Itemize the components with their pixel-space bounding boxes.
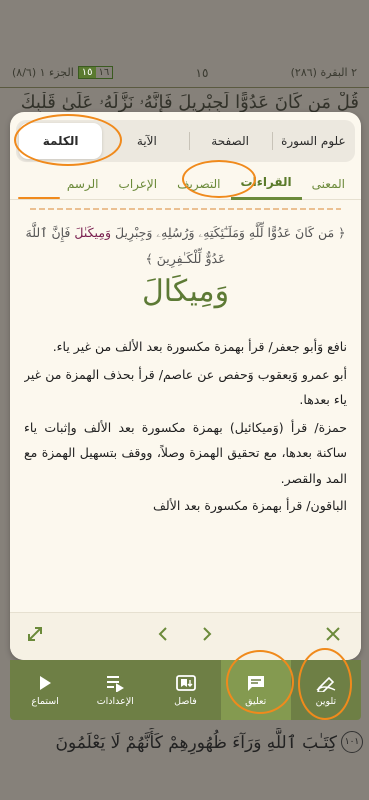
page-number: ١٥: [195, 65, 209, 80]
color-button[interactable]: تلوين: [291, 660, 361, 720]
play-icon: [40, 675, 52, 690]
listen-label: استماع: [31, 695, 59, 707]
tab-page[interactable]: الصفحة: [188, 120, 272, 162]
tab-morphology[interactable]: التصريف: [167, 168, 230, 200]
divider: [30, 208, 341, 210]
ayah-part-2: وَجِبْرِيلَ: [115, 225, 153, 240]
ayah-number-badge: ١٠١: [341, 731, 363, 753]
word-info-card: الكلمة الآية الصفحة علوم السورة المعنى ا…: [10, 112, 361, 660]
tab-surah-sciences[interactable]: علوم السورة: [271, 120, 355, 162]
comment-icon: [247, 675, 264, 691]
comment-label: تعليق: [245, 695, 267, 707]
juz-badge-a: ١٥: [78, 67, 96, 78]
mushaf-bottom-line-text: كِتَـٰبَ ٱللَّهِ وَرَآءَ ظُهُورِهِمْ كَأ…: [55, 732, 337, 753]
tab-page-label: الصفحة: [211, 134, 249, 148]
ayah-highlighted-word: وَمِيكَىٰلَ: [74, 225, 112, 240]
tab-readings[interactable]: القراءات: [230, 168, 302, 200]
ayah-text: ﴿ مَن كَانَ عَدُوًّا لِّلَّهِ وَمَلَـٰٓئ…: [24, 220, 347, 272]
tab-script[interactable]: الرسم: [57, 168, 109, 200]
ayah-part-1: مَن كَانَ عَدُوًّا لِّلَّهِ وَمَلَـٰٓئِك…: [156, 225, 335, 240]
expand-icon[interactable]: [26, 625, 44, 649]
selected-word: وَمِيكَالَ: [141, 274, 230, 309]
close-icon[interactable]: [324, 625, 342, 649]
tab-grammar[interactable]: الإعراب: [109, 168, 168, 200]
chevron-right-icon[interactable]: [200, 625, 214, 649]
secondary-tabs: المعنى القراءات التصريف الإعراب الرسم: [10, 168, 361, 200]
reading-paragraph: حمزة/ قرأ (وَميكائيل) بهمزة مكسورة بعد ا…: [24, 419, 347, 486]
readings-content: نافع وَأبو جعفر/ قرأ بهمزة مكسورة بعد ال…: [24, 334, 347, 592]
reading-paragraph: أبو عمرو وَيعقوب وَحفص عن عاصم/ قرأ بحذف…: [24, 366, 347, 408]
juz-indicator: ١٦ ١٥ الجزء ١ (٨/٦): [12, 66, 114, 79]
mushaf-bottom-line: ١٠١ كِتَـٰبَ ٱللَّهِ وَرَآءَ ظُهُورِهِمْ…: [6, 728, 363, 756]
tab-word[interactable]: الكلمة: [19, 123, 103, 159]
settings-button[interactable]: الإعدادات: [80, 660, 150, 720]
bookmark-icon: [175, 674, 196, 691]
mushaf-top-line: قُلْ مَن كَانَ عَدُوًّا لِّجِبْرِيلَ فَإ…: [20, 92, 359, 113]
card-footer: [10, 612, 361, 660]
tab-word-label: الكلمة: [42, 134, 79, 148]
tab-ayah[interactable]: الآية: [105, 120, 188, 162]
ayah-close-bracket: ﴾: [145, 251, 153, 266]
settings-label: الإعدادات: [96, 695, 134, 707]
chevron-left-icon[interactable]: [156, 625, 170, 649]
color-label: تلوين: [315, 695, 337, 707]
juz-badge-b: ١٦: [98, 67, 110, 78]
juz-badge: ١٦ ١٥: [77, 66, 114, 79]
ayah-open-bracket: ﴿: [338, 225, 346, 240]
bookmark-button[interactable]: فاصل: [150, 660, 220, 720]
pen-icon: [316, 676, 336, 692]
bottom-toolbar: استماع الإعدادات فاصل تعليق تلوين: [10, 660, 361, 720]
tab-ayah-label: الآية: [136, 134, 157, 148]
listen-button[interactable]: استماع: [10, 660, 80, 720]
juz-label: الجزء ١ (٨/٦): [12, 66, 74, 79]
tab-meaning[interactable]: المعنى: [302, 168, 355, 200]
mushaf-page-header: ١٦ ١٥ الجزء ١ (٨/٦) ١٥ ٢ البقرة (٢٨٦): [0, 58, 369, 88]
reading-paragraph: الباقون/ قرأ بهمزة مكسورة بعد الألف: [152, 498, 347, 513]
primary-tabs: الكلمة الآية الصفحة علوم السورة: [16, 120, 355, 162]
bookmark-label: فاصل: [174, 695, 197, 707]
tab-surah-sciences-label: علوم السورة: [281, 134, 346, 148]
surah-name: ٢ البقرة (٢٨٦): [290, 66, 357, 79]
settings-list-icon: [107, 675, 125, 692]
reading-paragraph: نافع وَأبو جعفر/ قرأ بهمزة مكسورة بعد ال…: [52, 339, 347, 354]
comment-button[interactable]: تعليق: [220, 660, 291, 720]
